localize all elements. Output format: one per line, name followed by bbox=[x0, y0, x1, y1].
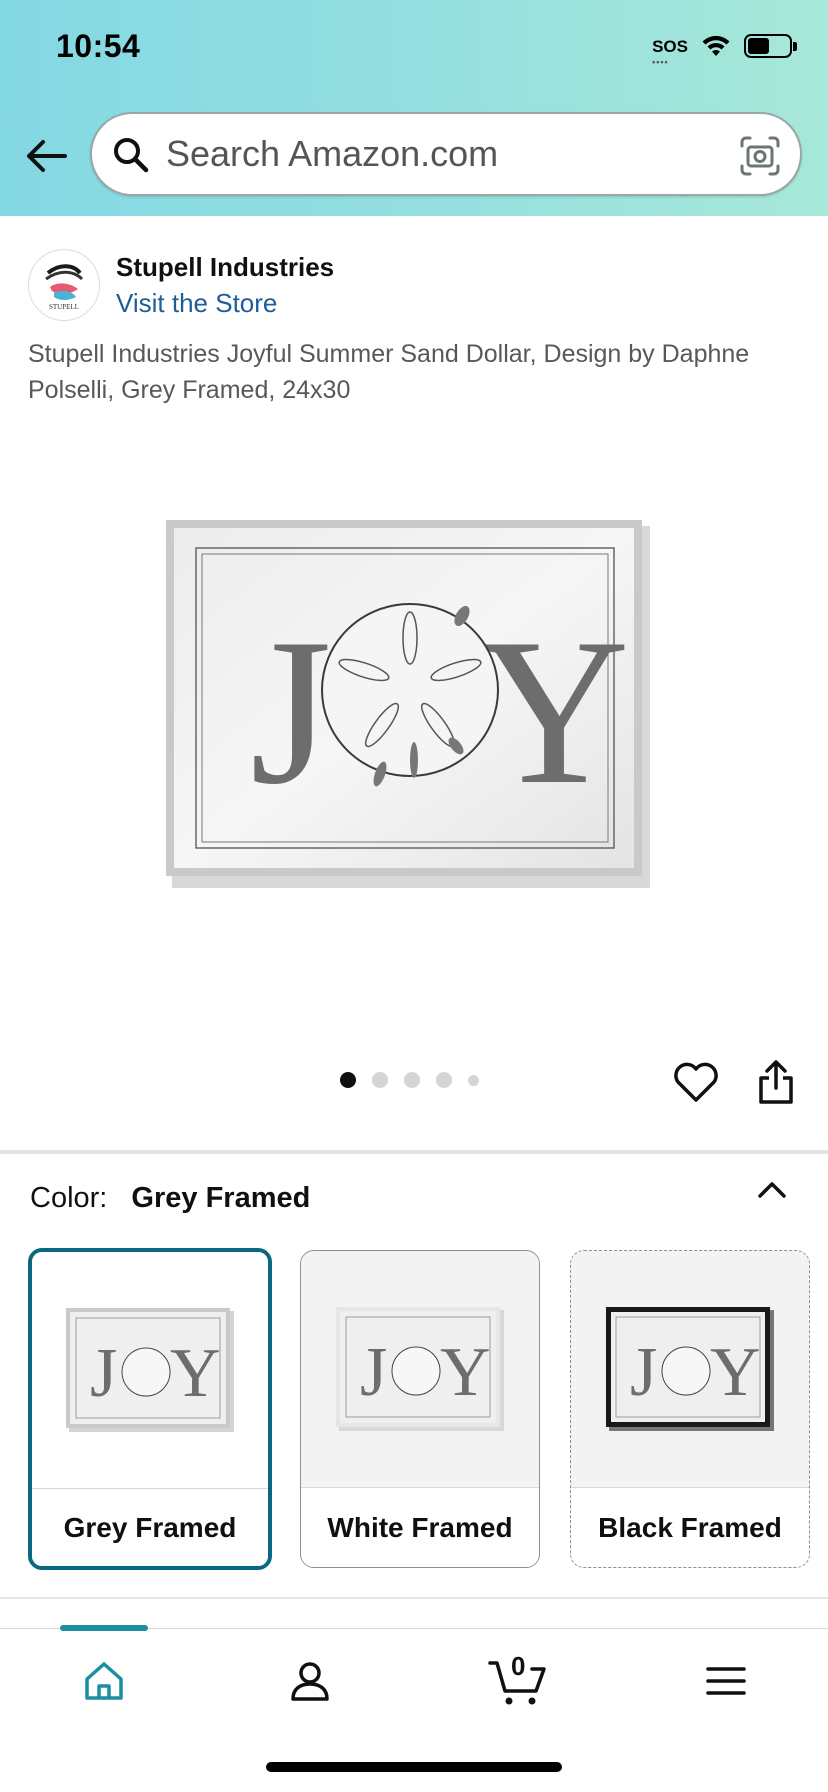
color-selected-value: Grey Framed bbox=[131, 1182, 311, 1214]
back-button[interactable] bbox=[22, 132, 70, 180]
sos-indicator: SOS •••• bbox=[652, 36, 688, 67]
active-tab-indicator bbox=[60, 1625, 148, 1631]
thumb-letter-y: Y bbox=[440, 1334, 491, 1411]
nav-account[interactable] bbox=[280, 1653, 340, 1709]
menu-icon bbox=[706, 1667, 746, 1695]
carousel-dot[interactable] bbox=[340, 1072, 356, 1088]
nav-menu[interactable] bbox=[696, 1653, 756, 1709]
white-framed-thumbnail: J Y bbox=[336, 1307, 504, 1431]
brand-name: Stupell Industries bbox=[116, 252, 335, 282]
camera-search-icon[interactable] bbox=[738, 134, 782, 178]
color-selector-header: Color: Grey Framed bbox=[30, 1182, 310, 1215]
thumb-letter-j: J bbox=[90, 1335, 117, 1412]
nav-home[interactable] bbox=[74, 1653, 134, 1709]
home-indicator bbox=[266, 1762, 562, 1772]
color-label: Color: bbox=[30, 1182, 108, 1214]
account-icon bbox=[291, 1662, 329, 1701]
color-option-grey-framed[interactable]: J Y Grey Framed bbox=[28, 1248, 272, 1570]
carousel-dot[interactable] bbox=[372, 1072, 388, 1088]
color-option-black-framed[interactable]: J Y Black Framed bbox=[570, 1250, 810, 1568]
share-icon[interactable] bbox=[756, 1058, 796, 1106]
swatch-image: J Y bbox=[571, 1251, 809, 1487]
swatch-label: Black Framed bbox=[571, 1487, 809, 1567]
visit-store-link[interactable]: Visit the Store bbox=[116, 288, 277, 319]
black-framed-thumbnail: J Y bbox=[606, 1307, 774, 1431]
status-icons: SOS •••• bbox=[652, 34, 797, 67]
cart-count: 0 bbox=[511, 1651, 526, 1681]
carousel-dot[interactable] bbox=[404, 1072, 420, 1088]
swatch-image: J Y bbox=[32, 1252, 268, 1488]
carousel-dot[interactable] bbox=[468, 1074, 479, 1086]
section-divider bbox=[0, 1150, 828, 1154]
swatch-label: Grey Framed bbox=[32, 1488, 268, 1566]
swatch-label: White Framed bbox=[301, 1487, 539, 1567]
joy-sign-image: J Y bbox=[166, 520, 650, 888]
home-icon bbox=[85, 1662, 123, 1700]
logo-text: STUPELL bbox=[49, 303, 79, 311]
search-icon bbox=[114, 138, 149, 173]
status-time: 10:54 bbox=[56, 28, 141, 64]
search-bar[interactable] bbox=[90, 112, 802, 196]
swatch-image: J Y bbox=[301, 1251, 539, 1487]
chevron-up-icon[interactable] bbox=[756, 1178, 788, 1202]
signal-dots-icon: •••• bbox=[652, 56, 669, 67]
search-input[interactable] bbox=[166, 124, 706, 184]
back-arrow-icon bbox=[27, 140, 67, 172]
header: 10:54 SOS •••• bbox=[0, 0, 828, 216]
thumb-letter-j: J bbox=[630, 1334, 657, 1411]
carousel-dot[interactable] bbox=[436, 1072, 452, 1088]
stupell-logo-icon: STUPELL bbox=[45, 264, 84, 311]
sos-label: SOS bbox=[652, 36, 688, 56]
product-title: Stupell Industries Joyful Summer Sand Do… bbox=[28, 340, 750, 404]
brand-logo[interactable]: STUPELL bbox=[28, 249, 100, 321]
thumb-letter-y: Y bbox=[710, 1334, 761, 1411]
image-carousel-dots[interactable] bbox=[340, 1072, 479, 1088]
product-image[interactable]: J Y bbox=[166, 520, 650, 890]
wifi-icon bbox=[702, 35, 730, 56]
battery-icon bbox=[744, 34, 797, 58]
sign-letter-j: J bbox=[250, 596, 332, 828]
color-option-white-framed[interactable]: J Y White Framed bbox=[300, 1250, 540, 1568]
thumb-letter-j: J bbox=[360, 1334, 387, 1411]
sign-letter-y: Y bbox=[478, 596, 630, 828]
section-divider bbox=[0, 1597, 828, 1599]
grey-framed-thumbnail: J Y bbox=[66, 1308, 234, 1432]
thumb-letter-y: Y bbox=[170, 1335, 221, 1412]
nav-cart[interactable]: 0 bbox=[488, 1651, 548, 1709]
wishlist-heart-icon[interactable] bbox=[672, 1060, 720, 1104]
battery-level bbox=[748, 38, 769, 54]
